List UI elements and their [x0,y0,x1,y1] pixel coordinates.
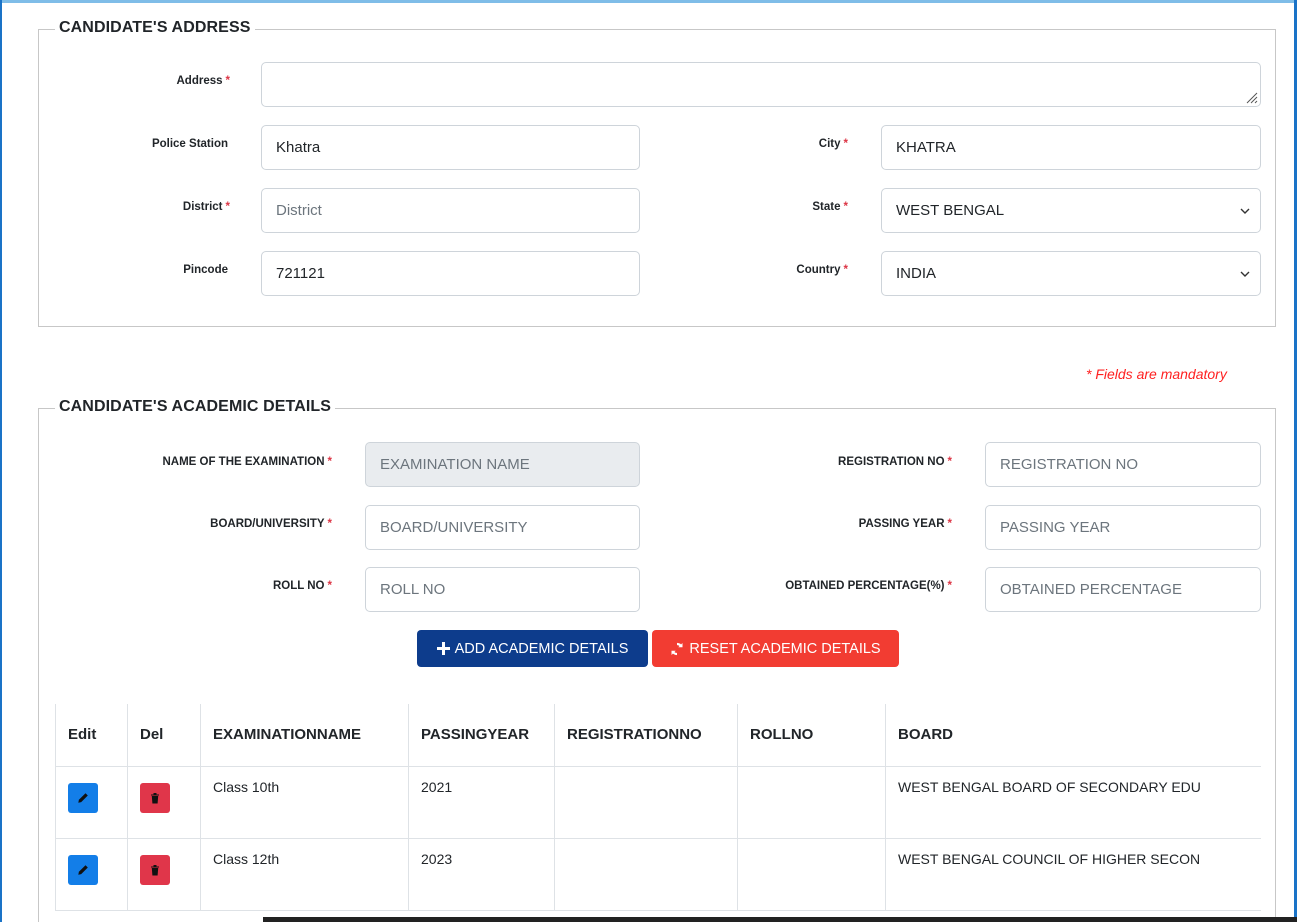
board-cell: WEST BENGAL BOARD OF SECONDARY EDU [885,766,1261,839]
registration-no-cell [554,838,738,911]
column-header-board: BOARD [885,704,1261,767]
plus-icon [436,642,450,655]
table-row: Class 12th 2023 WEST BENGAL COUNCIL OF H… [55,838,1261,911]
passing-year-input[interactable]: PASSING YEAR [985,505,1261,550]
passing-year-cell: 2021 [408,766,555,839]
registration-input[interactable]: REGISTRATION NO [985,442,1261,487]
passing-year-cell: 2023 [408,838,555,911]
exam-name-label: NAME OF THE EXAMINATION * [162,456,332,468]
trash-icon [151,792,159,803]
city-label: City * [818,138,848,150]
edit-cell [55,766,128,839]
state-select[interactable]: WEST BENGAL [881,188,1261,233]
registration-no-cell [554,766,738,839]
column-header-rollno: ROLLNO [737,704,886,767]
address-label: Address * [176,75,230,87]
exam-name-input[interactable]: EXAMINATION NAME [365,442,640,487]
district-input[interactable]: District [261,188,640,233]
city-input[interactable]: KHATRA [881,125,1261,170]
exam-name-cell: Class 12th [200,838,409,911]
percentage-label: OBTAINED PERCENTAGE(%) * [785,580,952,592]
roll-no-label: ROLL NO * [272,580,332,592]
add-academic-details-button[interactable]: ADD ACADEMIC DETAILS [417,630,648,667]
column-header-edit: Edit [55,704,128,767]
state-label: State * [812,201,848,213]
edit-cell [55,838,128,911]
academic-details-table: Edit Del EXAMINATIONNAME PASSINGYEAR REG… [55,704,1261,911]
reset-academic-details-button[interactable]: RESET ACADEMIC DETAILS [652,630,899,667]
country-label: Country * [796,264,848,276]
roll-no-cell [737,838,886,911]
address-legend: CANDIDATE'S ADDRESS [55,19,255,37]
table-row: Class 10th 2021 WEST BENGAL BOARD OF SEC… [55,766,1261,839]
board-input[interactable]: BOARD/UNIVERSITY [365,505,640,550]
police-station-label: Police Station [151,138,228,150]
delete-button[interactable] [140,854,170,885]
bottom-scroll-edge [263,917,1297,922]
column-header-passingyear: PASSINGYEAR [408,704,555,767]
mandatory-note: * Fields are mandatory [1086,366,1227,382]
address-textarea[interactable] [261,62,1261,107]
pincode-label: Pincode [183,264,228,276]
delete-cell [127,766,201,839]
country-select[interactable]: INDIA [881,251,1261,296]
column-header-examinationname: EXAMINATIONNAME [200,704,409,767]
delete-button[interactable] [140,782,170,813]
trash-icon [151,864,159,875]
police-station-input[interactable]: Khatra [261,125,640,170]
roll-no-cell [737,766,886,839]
resize-grip-icon[interactable] [1244,90,1258,104]
registration-label: REGISTRATION NO * [838,456,952,468]
academic-legend: CANDIDATE'S ACADEMIC DETAILS [55,398,336,416]
board-cell: WEST BENGAL COUNCIL OF HIGHER SECON [885,838,1261,911]
passing-year-label: PASSING YEAR * [858,518,952,530]
pencil-icon [78,864,88,875]
refresh-icon [671,642,683,655]
column-header-registrationno: REGISTRATIONNO [554,704,738,767]
column-header-del: Del [127,704,201,767]
delete-cell [127,838,201,911]
district-label: District * [182,201,230,213]
chevron-down-icon [1240,208,1250,214]
window-top-border [0,0,1297,3]
table-header-row: Edit Del EXAMINATIONNAME PASSINGYEAR REG… [55,704,1261,767]
edit-button[interactable] [68,782,98,813]
edit-button[interactable] [68,854,98,885]
pencil-icon [78,792,88,803]
percentage-input[interactable]: OBTAINED PERCENTAGE [985,567,1261,612]
chevron-down-icon [1240,271,1250,277]
window-left-border [0,0,2,922]
board-label: BOARD/UNIVERSITY * [210,518,332,530]
roll-no-input[interactable]: ROLL NO [365,567,640,612]
exam-name-cell: Class 10th [200,766,409,839]
pincode-input[interactable]: 721121 [261,251,640,296]
